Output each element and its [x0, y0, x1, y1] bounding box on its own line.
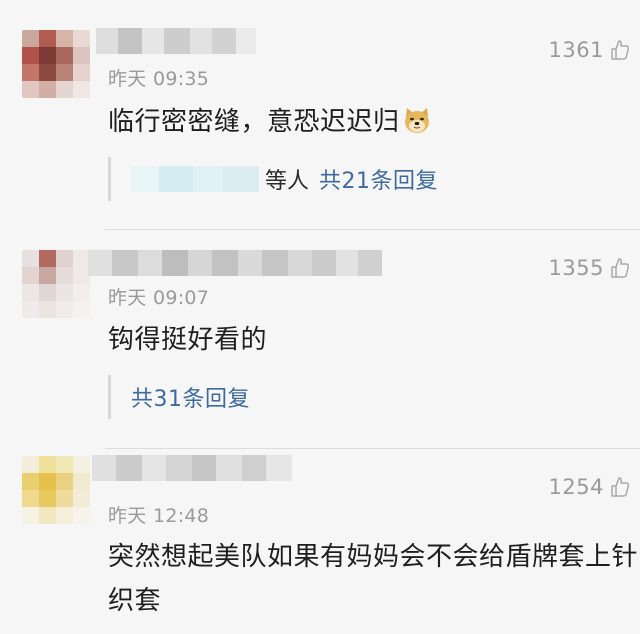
avatar[interactable]: [22, 30, 90, 98]
thumbs-up-icon[interactable]: [610, 39, 630, 61]
reply-suffix: 等人: [265, 169, 310, 194]
like-count: 1361: [548, 38, 604, 62]
thumbs-up-icon[interactable]: [610, 257, 630, 279]
comment-text: 钩得挺好看的: [108, 325, 268, 355]
reply-count-link[interactable]: 共31条回复: [131, 381, 250, 413]
doge-emoji-icon: [404, 108, 429, 133]
username-blurred[interactable]: [96, 28, 256, 54]
reply-count-link[interactable]: 共21条回复: [319, 163, 438, 195]
username-blurred[interactable]: [92, 455, 292, 481]
reply-preview[interactable]: 共31条回复: [108, 375, 250, 419]
comment-text: 临行密密缝，意恐迟迟归: [108, 107, 400, 137]
like-button[interactable]: 1254: [549, 475, 630, 499]
reply-preview[interactable]: 等人 共21条回复: [108, 157, 438, 201]
like-count: 1254: [548, 475, 604, 499]
comment-time: 昨天 09:35: [108, 68, 210, 90]
comment-item: 昨天 12:48 1254 突然想起美队如果有妈妈会不会给盾牌套上针织套: [0, 449, 640, 634]
comment-time: 昨天 12:48: [108, 505, 210, 527]
comment-content: 钩得挺好看的: [108, 318, 267, 362]
comment-content: 突然想起美队如果有妈妈会不会给盾牌套上针织套: [108, 535, 640, 623]
comment-content: 临行密密缝，意恐迟迟归: [108, 100, 432, 144]
like-button[interactable]: 1361: [549, 38, 630, 62]
comment-item: 昨天 09:07 1355 钩得挺好看的 共31条回复: [0, 230, 640, 448]
username-blurred[interactable]: [88, 250, 382, 276]
like-button[interactable]: 1355: [549, 256, 630, 280]
like-count: 1355: [548, 256, 604, 280]
avatar[interactable]: [22, 456, 90, 524]
comment-time: 昨天 09:07: [108, 287, 210, 309]
thumbs-up-icon[interactable]: [610, 476, 630, 498]
reply-username-blurred: [131, 166, 259, 192]
comment-text: 突然想起美队如果有妈妈会不会给盾牌套上针织套: [108, 542, 639, 616]
comment-item: 昨天 09:35 1361 临行密密缝，意恐迟迟归 等人 共21条回复: [0, 0, 640, 230]
avatar[interactable]: [22, 250, 90, 318]
